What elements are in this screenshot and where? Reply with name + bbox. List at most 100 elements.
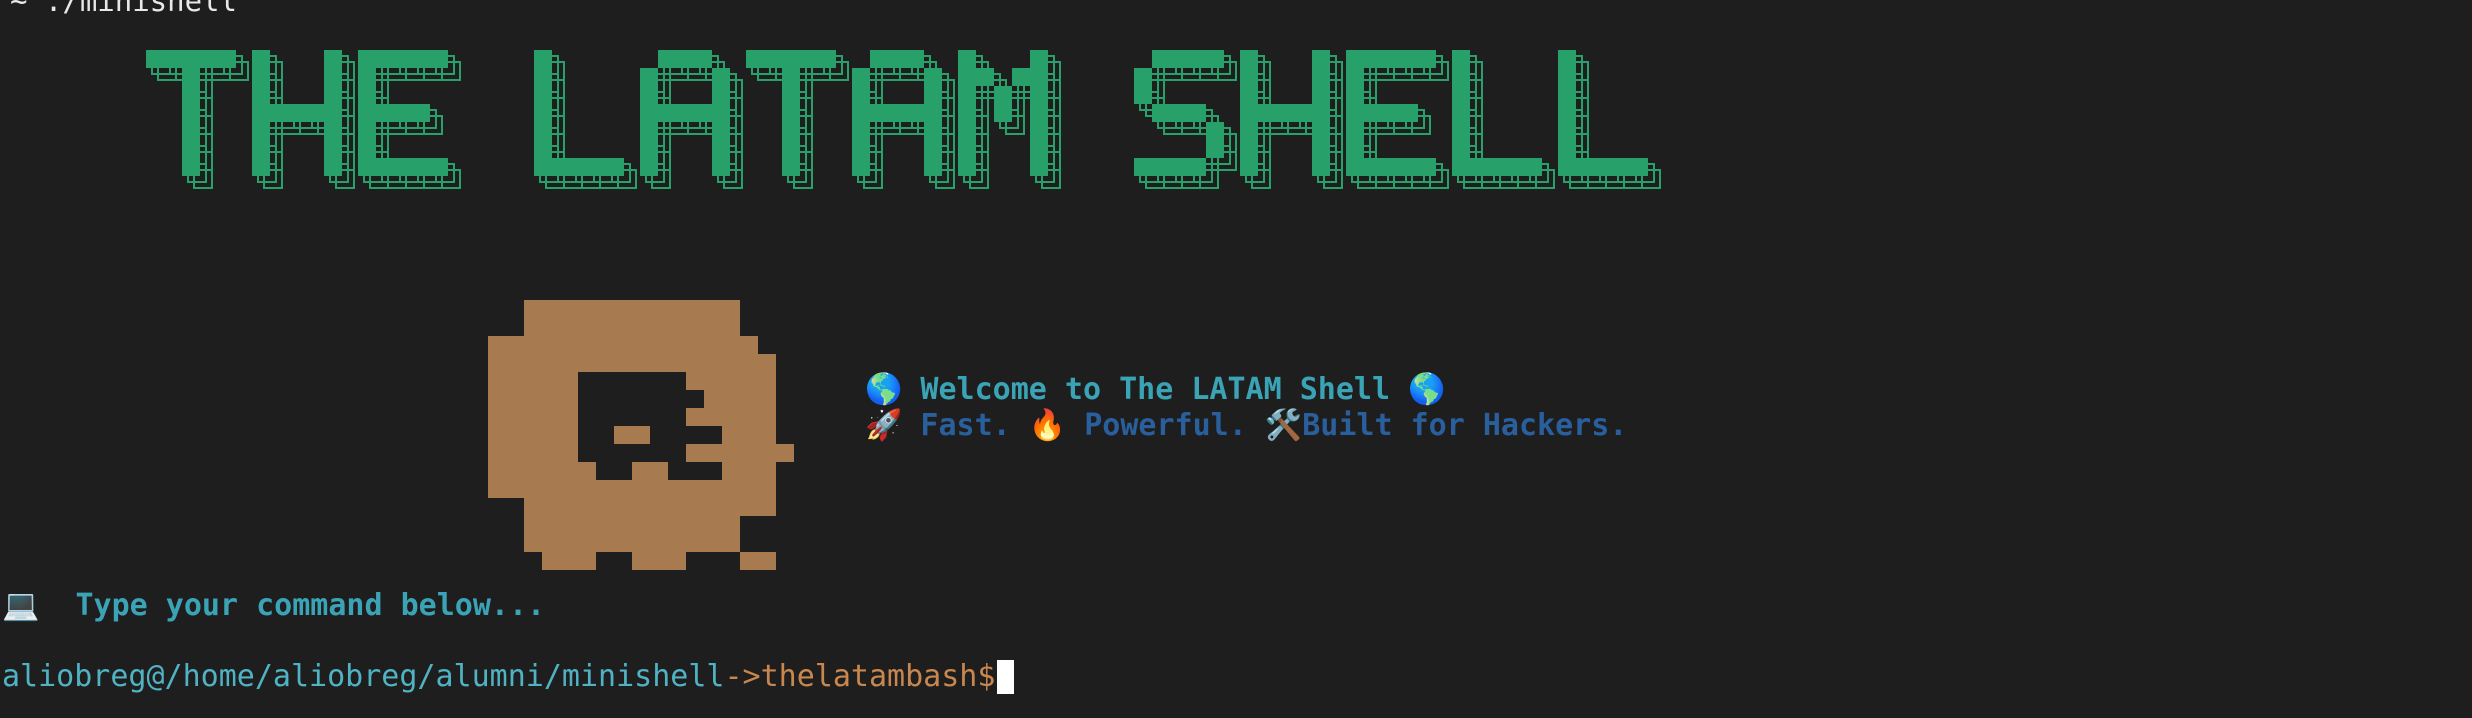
banner-pixel <box>1152 50 1170 68</box>
banner-pixel <box>430 158 448 176</box>
skull-pixel <box>488 336 506 354</box>
command-hint: 💻 Type your command below... <box>2 588 545 623</box>
skull-pixel <box>578 336 596 354</box>
skull-pixel <box>524 318 542 336</box>
banner-pixel <box>958 122 976 140</box>
banner-pixel <box>658 50 676 68</box>
banner-pixel <box>358 68 376 86</box>
banner-pixel <box>200 50 218 68</box>
shell-prompt[interactable]: aliobreg@/home/aliobreg/alumni/minishell… <box>2 659 1015 694</box>
banner-pixel <box>1382 104 1400 122</box>
skull-pixel <box>488 426 506 444</box>
skull-pixel <box>650 354 668 372</box>
skull-pixel <box>596 480 614 498</box>
skull-pixel <box>506 336 524 354</box>
banner-pixel <box>1558 140 1576 158</box>
skull-pixel <box>686 300 704 318</box>
skull-pixel <box>578 498 596 516</box>
feature-fast: Fast. <box>920 408 1011 443</box>
skull-pixel <box>686 480 704 498</box>
skull-pixel <box>560 462 578 480</box>
skull-pixel <box>542 390 560 408</box>
banner-pixel <box>412 158 430 176</box>
banner-pixel <box>1346 50 1364 68</box>
banner-pixel <box>870 50 888 68</box>
skull-pixel <box>650 318 668 336</box>
skull-pixel <box>560 552 578 570</box>
welcome-line: 🌎 Welcome to The LATAM Shell 🌎 <box>865 372 1445 407</box>
prompt-shell-name: thelatambash$ <box>760 659 996 694</box>
skull-pixel <box>560 354 578 372</box>
banner-pixel <box>1364 158 1382 176</box>
banner-pixel <box>1312 50 1330 68</box>
skull-pixel <box>542 480 560 498</box>
skull-pixel <box>560 444 578 462</box>
skull-pixel <box>686 534 704 552</box>
text-cursor[interactable] <box>997 659 1015 694</box>
skull-pixel <box>560 534 578 552</box>
skull-pixel <box>632 480 650 498</box>
skull-pixel <box>506 444 524 462</box>
skull-pixel <box>758 354 776 372</box>
banner-pixel <box>570 158 588 176</box>
terminal-window[interactable]: ~ ./minishell 🌎 Welcome to The LATAM She… <box>0 0 2472 718</box>
globe-icon: 🌎 <box>1408 372 1446 407</box>
skull-pixel <box>506 480 524 498</box>
banner-pixel <box>1558 50 1576 68</box>
banner-pixel <box>534 158 552 176</box>
skull-pixel <box>722 300 740 318</box>
skull-pixel <box>578 552 596 570</box>
banner-pixel <box>782 86 800 104</box>
banner-pixel <box>430 50 448 68</box>
banner-pixel <box>1382 50 1400 68</box>
banner-pixel <box>782 158 800 176</box>
banner-pixel <box>1452 68 1470 86</box>
skull-pixel <box>542 462 560 480</box>
skull-pixel <box>686 498 704 516</box>
skull-pixel <box>668 516 686 534</box>
banner-pixel <box>924 68 942 86</box>
banner-pixel <box>534 104 552 122</box>
skull-pixel <box>524 372 542 390</box>
banner-pixel <box>852 122 870 140</box>
banner-pixel <box>164 50 182 68</box>
hint-text: Type your command below... <box>75 588 546 623</box>
skull-pixel <box>560 372 578 390</box>
banner-pixel <box>412 104 430 122</box>
banner-pixel <box>1312 140 1330 158</box>
prompt-path: aliobreg@/home/aliobreg/alumni/minishell <box>2 659 725 694</box>
banner-pixel <box>394 104 412 122</box>
skull-pixel <box>488 480 506 498</box>
banner-pixel <box>358 50 376 68</box>
banner-pixel <box>712 104 730 122</box>
banner-pixel <box>676 50 694 68</box>
banner-pixel <box>994 86 1012 104</box>
banner-pixel <box>1030 122 1048 140</box>
banner-pixel <box>182 122 200 140</box>
banner-pixel <box>640 158 658 176</box>
skull-pixel <box>542 408 560 426</box>
skull-pixel <box>542 534 560 552</box>
skull-pixel <box>704 372 722 390</box>
skull-pixel <box>524 534 542 552</box>
banner-pixel <box>182 68 200 86</box>
skull-pixel <box>758 372 776 390</box>
banner-pixel <box>870 104 888 122</box>
banner-pixel <box>1558 122 1576 140</box>
banner-pixel <box>1452 140 1470 158</box>
skull-pixel <box>506 354 524 372</box>
skull-pixel <box>506 462 524 480</box>
skull-pixel <box>740 444 758 462</box>
banner-pixel <box>764 50 782 68</box>
banner-pixel <box>1346 86 1364 104</box>
skull-pixel <box>740 552 758 570</box>
banner-pixel <box>1558 68 1576 86</box>
banner-pixel <box>288 104 306 122</box>
banner-pixel <box>958 50 976 68</box>
rocket-icon: 🚀 <box>865 408 903 443</box>
skull-pixel <box>542 354 560 372</box>
banner-pixel <box>1346 140 1364 158</box>
skull-pixel <box>578 354 596 372</box>
skull-pixel <box>650 552 668 570</box>
banner-pixel <box>1206 140 1224 158</box>
